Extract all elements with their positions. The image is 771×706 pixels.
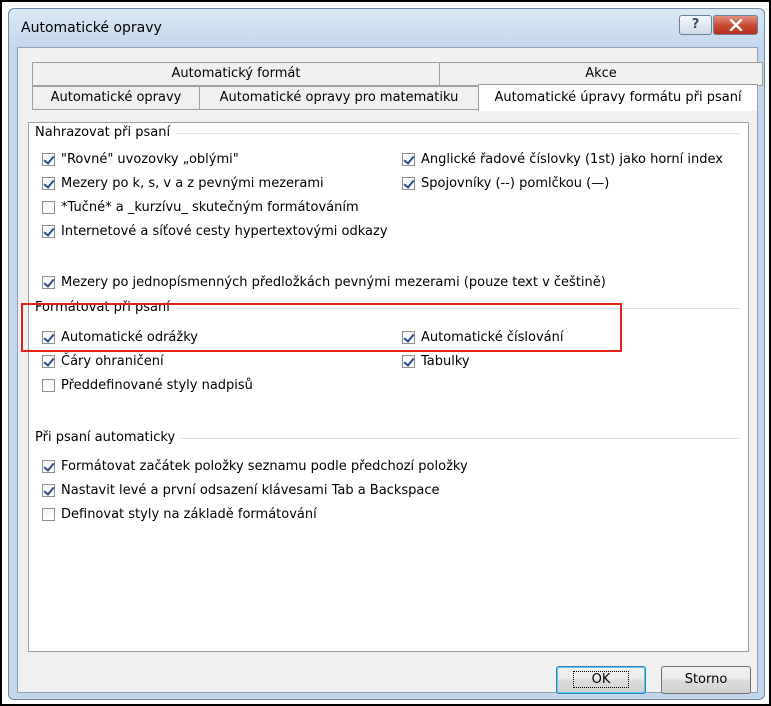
checkbox-box[interactable] — [402, 152, 415, 166]
tab-automaticke-opravy[interactable]: Automatické opravy — [32, 86, 200, 110]
tab-automaticke-opravy-pro-matematiku[interactable]: Automatické opravy pro matematiku — [199, 86, 479, 110]
checkbox-label: Mezery po k, s, v a z pevnými mezerami — [61, 175, 324, 191]
close-icon — [729, 19, 743, 31]
window-title: Automatické opravy — [21, 20, 162, 36]
checkbox-box[interactable] — [42, 459, 55, 473]
title-bar: Automatické opravy ? — [9, 9, 764, 45]
checkbox-jednopismenne-predlozky[interactable]: Mezery po jednopísmenných předložkách pe… — [42, 273, 606, 291]
checkbox-spojovniky[interactable]: Spojovníky (--) pomlčkou (—) — [402, 174, 609, 192]
checkbox-label: Definovat styly na základě formátování — [61, 506, 317, 522]
checkbox-preddefinovane-styly[interactable]: Předdefinované styly nadpisů — [42, 376, 253, 394]
checkbox-hypertextove-odkazy[interactable]: Internetové a síťové cesty hypertextovým… — [42, 222, 388, 240]
checkbox-box[interactable] — [402, 354, 415, 368]
checkbox-box[interactable] — [42, 152, 55, 166]
help-icon: ? — [691, 17, 700, 32]
screenshot-frame: Automatické opravy ? Automatický formát … — [0, 0, 771, 706]
checkbox-box[interactable] — [42, 354, 55, 368]
help-button[interactable]: ? — [679, 15, 712, 35]
checkbox-box[interactable] — [42, 200, 55, 214]
checkbox-definovat-styly[interactable]: Definovat styly na základě formátování — [42, 505, 317, 523]
cancel-button[interactable]: Storno — [661, 666, 751, 694]
checkbox-box[interactable] — [42, 507, 55, 521]
red-highlight-box — [21, 303, 622, 352]
tab-panel: Nahrazovat při psaní "Rovné" uvozovky „o… — [21, 122, 749, 652]
checkbox-label: Internetové a síťové cesty hypertextovým… — [61, 223, 388, 239]
ok-button[interactable]: OK — [556, 666, 646, 694]
tab-automaticke-upravy-formatu[interactable]: Automatické úpravy formátu při psaní — [478, 84, 758, 111]
checkbox-label: Anglické řadové číslovky (1st) jako horn… — [421, 151, 723, 167]
checkbox-label: Mezery po jednopísmenných předložkách pe… — [61, 274, 606, 290]
checkbox-label: Tabulky — [421, 353, 470, 369]
checkbox-box[interactable] — [42, 275, 55, 289]
checkbox-tabulky[interactable]: Tabulky — [402, 352, 470, 370]
ok-label: OK — [572, 671, 630, 688]
checkbox-rovne-uvozovky[interactable]: "Rovné" uvozovky „oblými" — [42, 150, 239, 168]
dialog-window: Automatické opravy ? Automatický formát … — [8, 8, 765, 700]
checkbox-label: Spojovníky (--) pomlčkou (—) — [421, 175, 610, 191]
checkbox-label: *Tučné* a _kurzívu_ skutečným formátován… — [61, 199, 359, 215]
tab-akce[interactable]: Akce — [439, 62, 763, 86]
close-button[interactable] — [713, 15, 758, 35]
checkbox-box[interactable] — [42, 176, 55, 190]
checkbox-box[interactable] — [402, 176, 415, 190]
checkbox-leve-prvni-odsazeni[interactable]: Nastavit levé a první odsazení klávesami… — [42, 481, 440, 499]
group-title-nahrazovat: Nahrazovat při psaní — [35, 125, 177, 140]
checkbox-radove-cislovky[interactable]: Anglické řadové číslovky (1st) jako horn… — [402, 150, 723, 168]
checkbox-box[interactable] — [42, 378, 55, 392]
checkbox-label: "Rovné" uvozovky „oblými" — [61, 151, 239, 167]
checkbox-cary-ohraniceni[interactable]: Čáry ohraničení — [42, 352, 164, 370]
dialog-client-area: Automatický formát Akce Automatické opra… — [17, 47, 763, 694]
group-title-pri-psani-automaticky: Při psaní automaticky — [35, 430, 182, 445]
checkbox-label: Čáry ohraničení — [61, 353, 164, 369]
tab-automaticky-format[interactable]: Automatický formát — [32, 62, 440, 86]
checkbox-label: Nastavit levé a první odsazení klávesami… — [61, 482, 440, 498]
checkbox-label: Předdefinované styly nadpisů — [61, 377, 253, 393]
checkbox-box[interactable] — [42, 483, 55, 497]
checkbox-mezery-ksvz[interactable]: Mezery po k, s, v a z pevnými mezerami — [42, 174, 324, 192]
checkbox-label: Formátovat začátek položky seznamu podle… — [61, 458, 468, 474]
checkbox-box[interactable] — [42, 224, 55, 238]
checkbox-formatovat-zacatek[interactable]: Formátovat začátek položky seznamu podle… — [42, 457, 468, 475]
checkbox-tucne-kurziva[interactable]: *Tučné* a _kurzívu_ skutečným formátován… — [42, 198, 359, 216]
